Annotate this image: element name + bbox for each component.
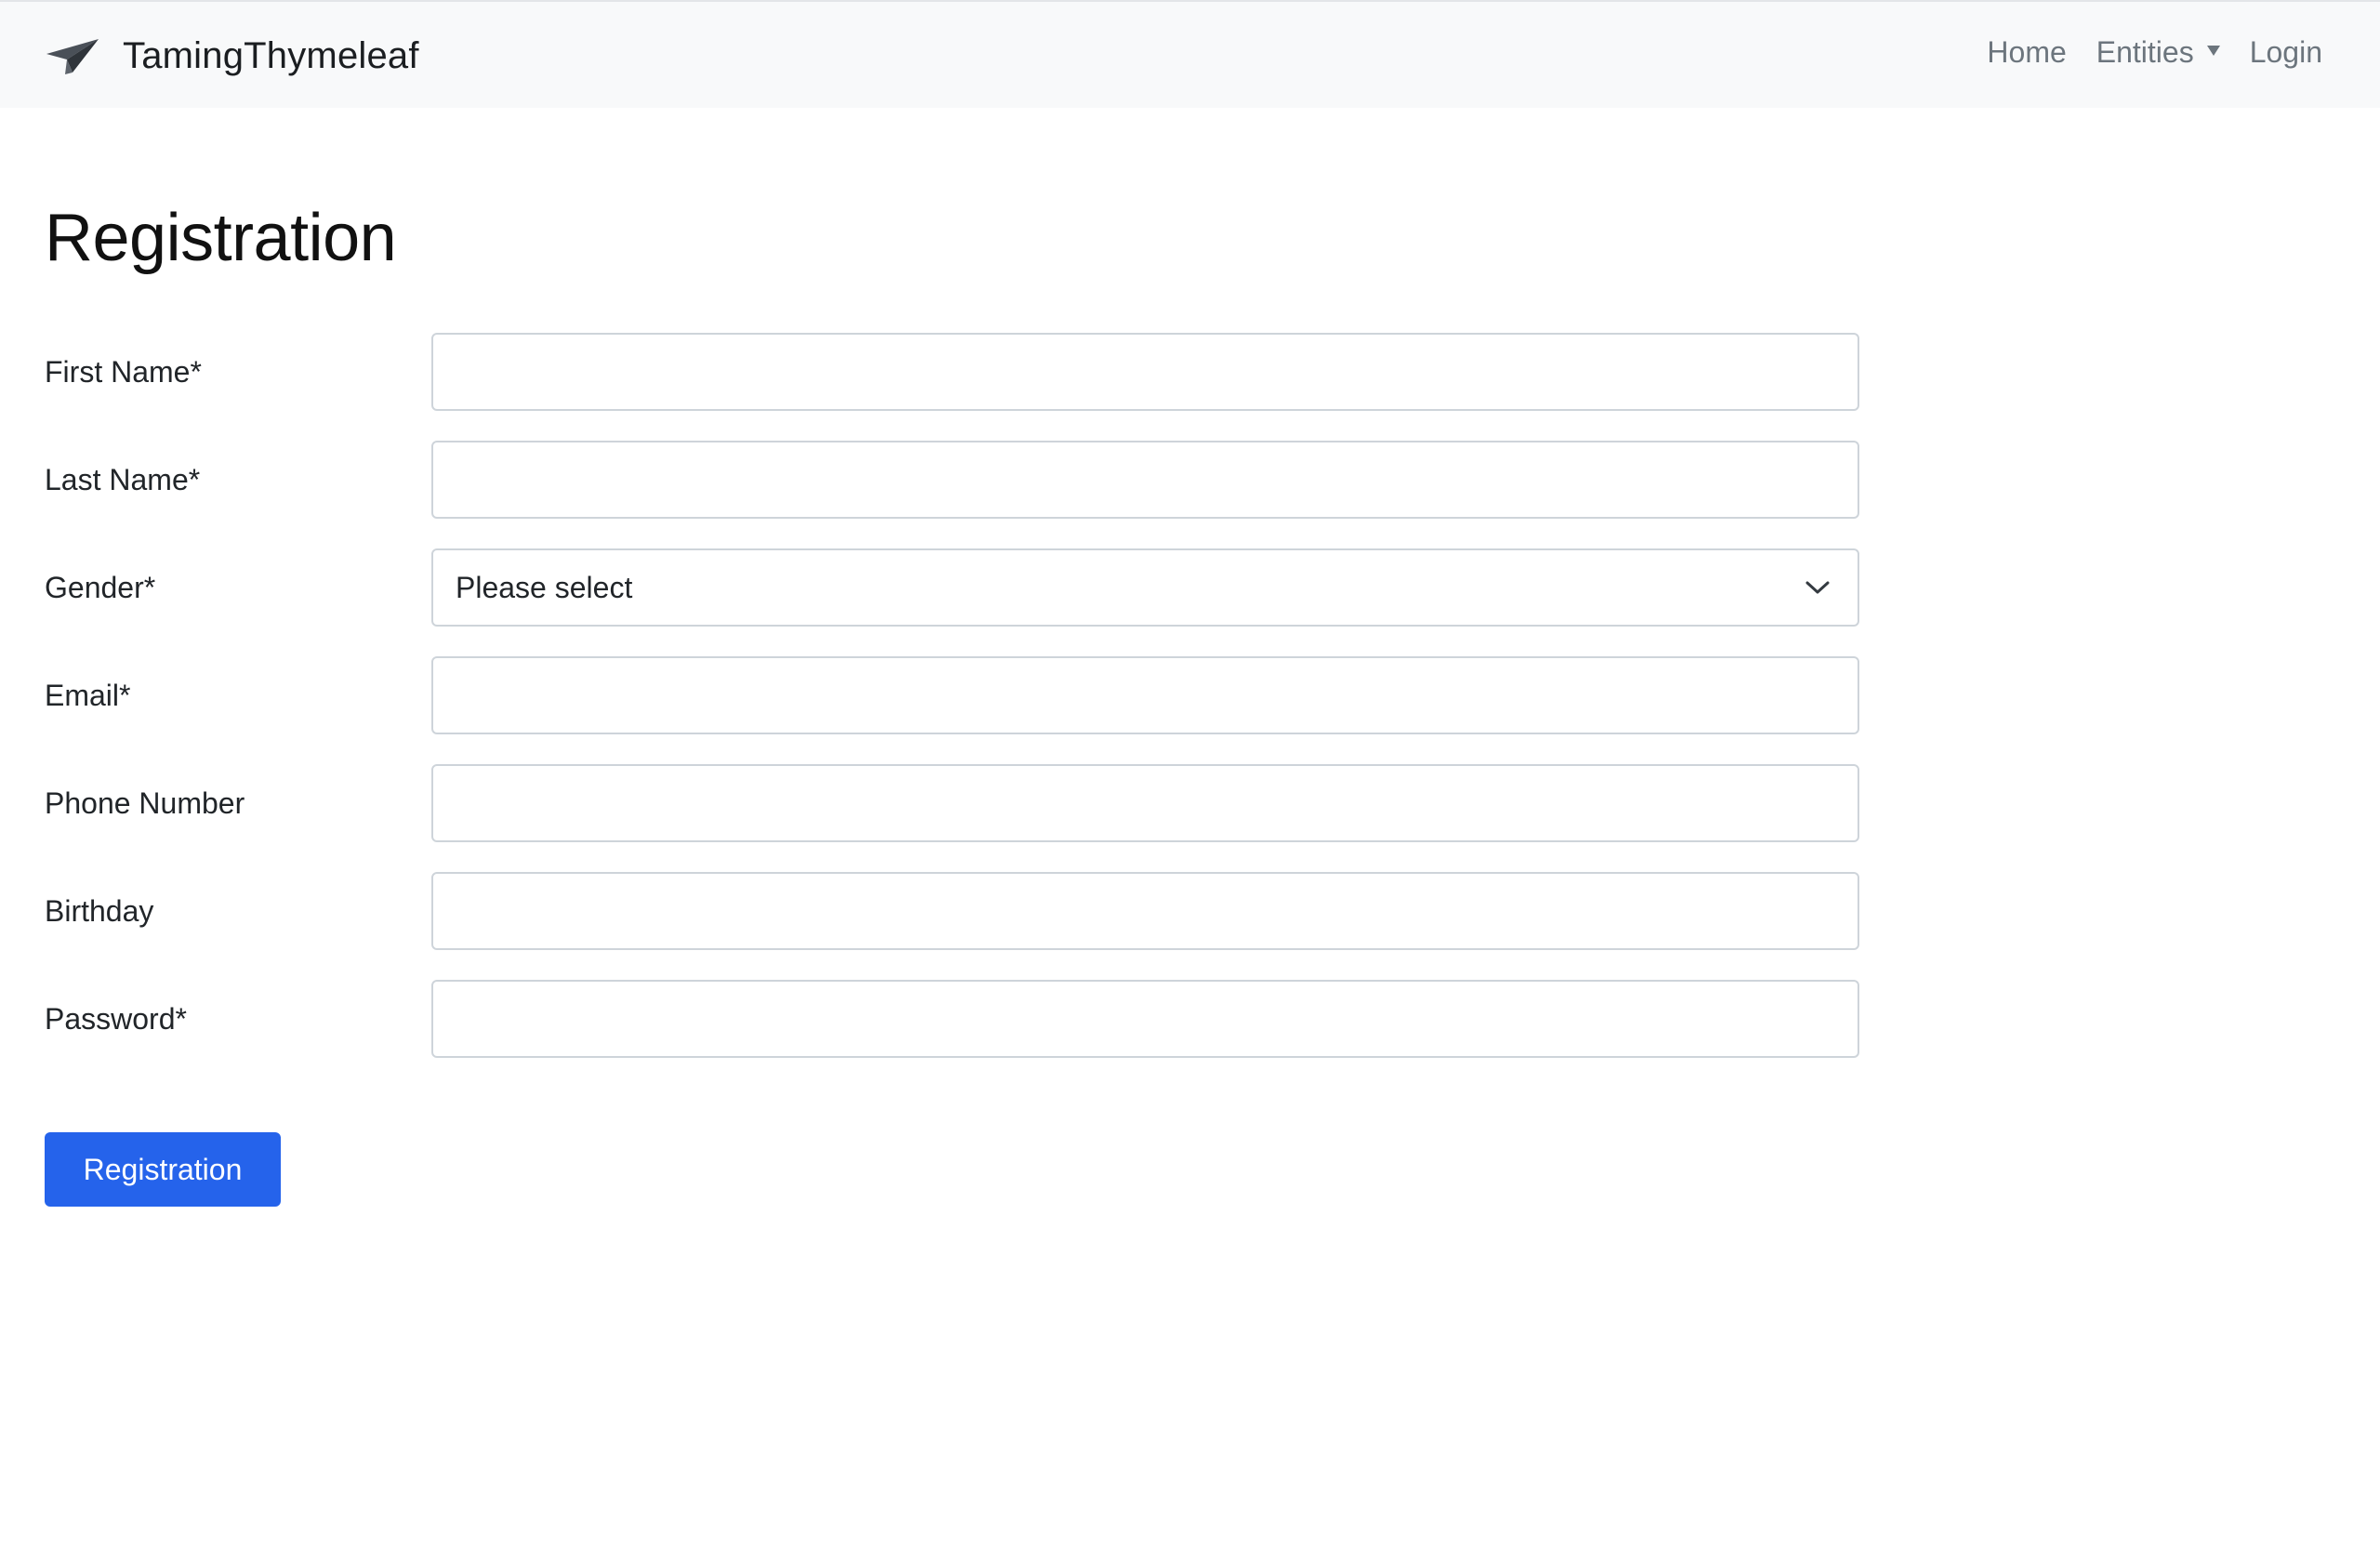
password-field[interactable] [431,980,1859,1058]
caret-down-icon [2206,46,2220,56]
email-label: Email* [45,679,131,712]
chevron-down-icon [1804,578,1835,597]
brand[interactable]: TamingThymeleaf [45,33,419,78]
nav-links: Home Entities Login [1987,35,2322,70]
last-name-row: Last Name* [45,441,1859,519]
nav-home-link[interactable]: Home [1987,35,2066,70]
first-name-label: First Name* [45,355,202,389]
phone-number-field[interactable] [431,764,1859,842]
nav-entities-dropdown[interactable]: Entities [2096,35,2220,70]
email-row: Email* [45,656,1859,734]
page-title: Registration [45,201,397,275]
birthday-row: Birthday [45,872,1859,950]
password-row: Password* [45,980,1859,1058]
birthday-field[interactable] [431,872,1859,950]
top-navbar: TamingThymeleaf Home Entities Login [0,0,2380,108]
first-name-field[interactable] [431,333,1859,411]
last-name-label: Last Name* [45,463,201,496]
gender-selected-value: Please select [456,570,633,604]
gender-select[interactable]: Please select [431,548,1859,627]
nav-entities-label: Entities [2096,35,2194,69]
first-name-row: First Name* [45,333,1859,411]
nav-login-link[interactable]: Login [2250,35,2322,70]
email-field[interactable] [431,656,1859,734]
phone-number-label: Phone Number [45,786,245,820]
last-name-field[interactable] [431,441,1859,519]
birthday-label: Birthday [45,894,154,928]
registration-submit-button[interactable]: Registration [45,1132,281,1207]
gender-label: Gender* [45,571,156,604]
gender-row: Gender* Please select [45,548,1859,627]
password-label: Password* [45,1002,187,1036]
paper-plane-icon [45,35,100,76]
phone-number-row: Phone Number [45,764,1859,842]
brand-name: TamingThymeleaf [123,34,419,76]
